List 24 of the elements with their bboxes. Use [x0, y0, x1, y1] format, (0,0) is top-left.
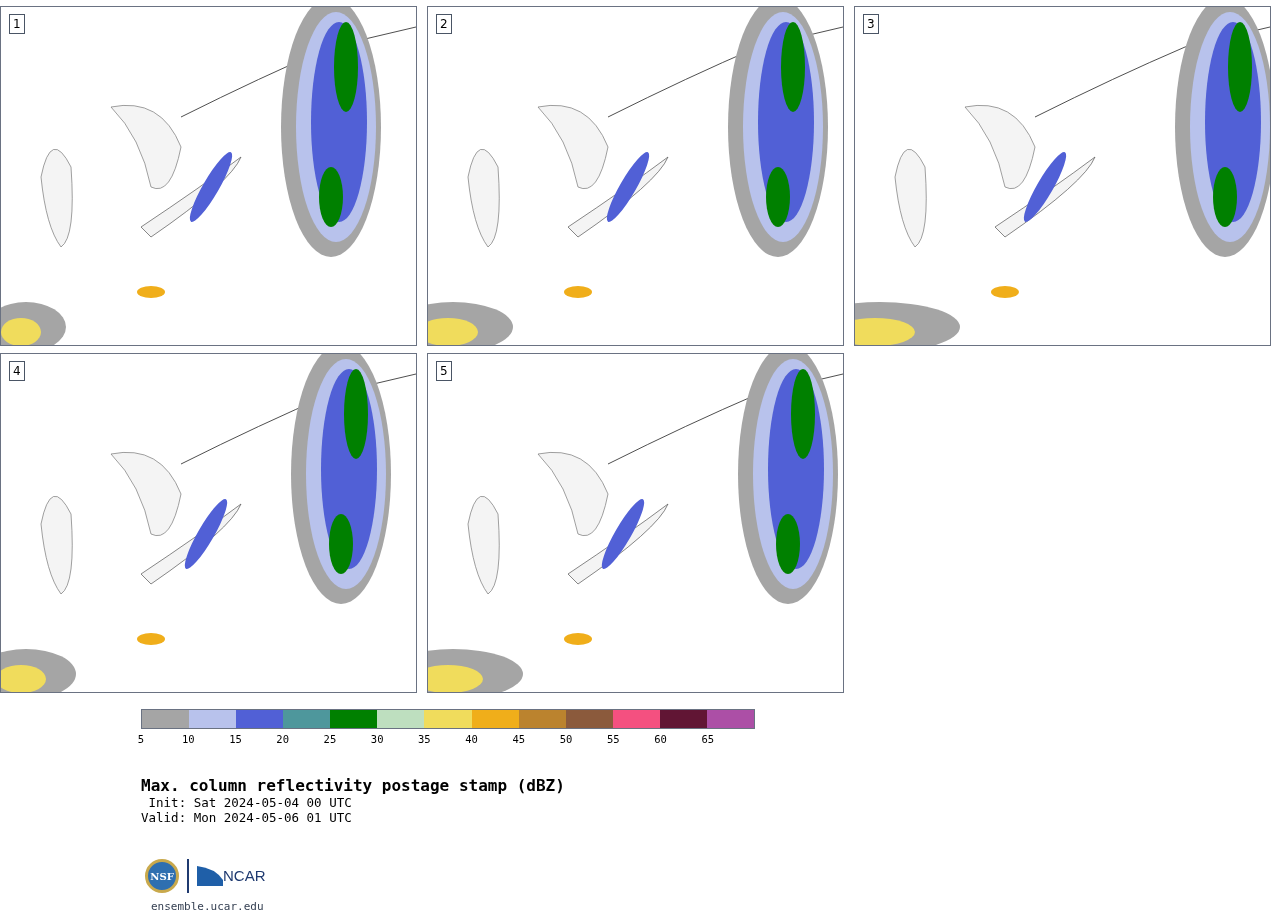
panel-number: 2	[436, 14, 452, 34]
tick-label: 55	[606, 733, 620, 745]
tick-label: 15	[229, 733, 242, 745]
tick-label: 5	[137, 733, 145, 745]
panel-number: 4	[9, 361, 25, 381]
tick-label: 25	[323, 733, 337, 745]
ncar-logo: NCAR	[197, 864, 266, 888]
valid-time: Valid: Mon 2024-05-06 01 UTC	[141, 810, 353, 825]
tick-label: 30	[370, 733, 384, 745]
tick-label: 35	[418, 733, 431, 745]
tick-label: 50	[559, 733, 573, 745]
init-time: Init: Sat 2024-05-04 00 UTC	[147, 795, 353, 810]
tick-label: 40	[465, 733, 478, 745]
site-url: ensemble.ucar.edu	[151, 899, 265, 910]
tick-label: 10	[181, 733, 195, 745]
panel-number: 5	[436, 361, 452, 381]
tick-label: 45	[512, 733, 526, 745]
tick-label: 20	[276, 733, 289, 745]
panel-number: 1	[9, 14, 25, 34]
nsf-logo: NSF	[145, 859, 179, 893]
chart-title: Max. column reflectivity postage stamp (dBZ)	[141, 777, 566, 795]
tick-label: 60	[654, 733, 667, 745]
panel-number: 3	[863, 14, 879, 34]
tick-label: 65	[701, 733, 715, 745]
